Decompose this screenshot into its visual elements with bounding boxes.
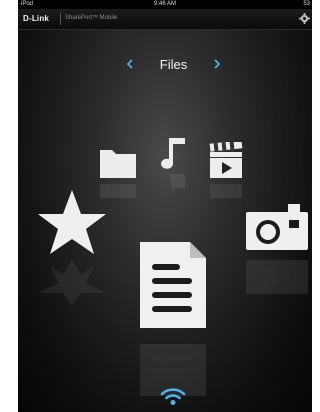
music-icon[interactable] (158, 134, 188, 206)
category-nav: Files (18, 55, 312, 75)
camera-icon[interactable] (244, 202, 310, 312)
video-icon[interactable] (208, 142, 244, 212)
battery-level: 53 (303, 1, 310, 7)
category-title: Files (159, 57, 188, 72)
status-time: 9:46 AM (153, 1, 176, 7)
settings-icon[interactable] (299, 13, 310, 24)
app-subtitle: SharePort™ Mobile (65, 15, 118, 21)
brand-logo: D-Link (23, 14, 50, 23)
brand-divider (60, 13, 61, 25)
chevron-right-icon[interactable] (212, 57, 222, 71)
status-bar: iPod 9:46 AM 53 (18, 0, 312, 9)
chevron-left-icon[interactable] (125, 57, 135, 71)
app-screen: iPod 9:46 AM 53 D-Link SharePort™ Mobile… (18, 0, 312, 412)
document-icon[interactable] (138, 240, 208, 400)
app-header: D-Link SharePort™ Mobile (18, 9, 312, 30)
star-icon[interactable] (36, 188, 108, 308)
wifi-icon[interactable] (159, 385, 187, 407)
